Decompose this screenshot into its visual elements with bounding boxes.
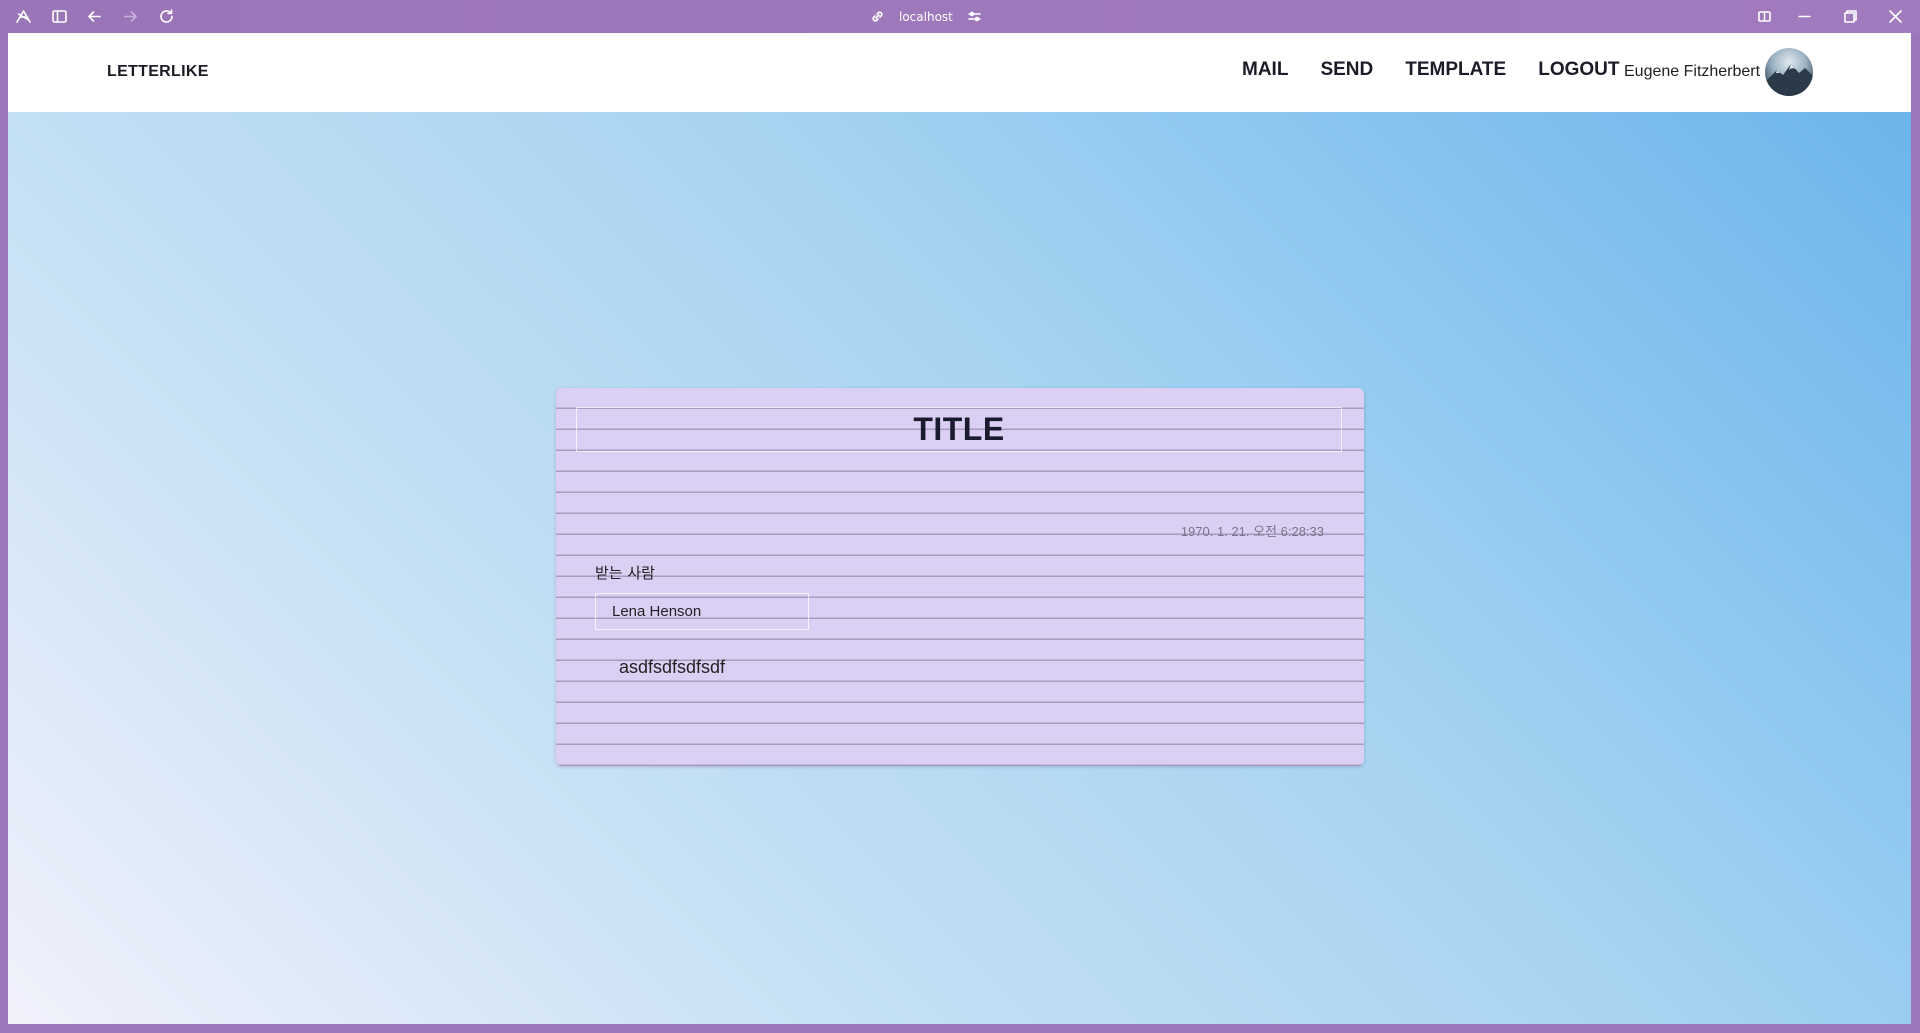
letter-body: asdfsdfsdfsdf bbox=[619, 657, 726, 677]
nav-logout[interactable]: LOGOUT bbox=[1538, 59, 1619, 81]
nav-template[interactable]: TEMPLATE bbox=[1405, 59, 1506, 81]
app-header: LETTERLIKE MAIL SEND TEMPLATE LOGOUT Eug… bbox=[8, 33, 1911, 112]
back-icon[interactable] bbox=[86, 8, 103, 25]
recipient-label: 받는 사람 bbox=[595, 564, 655, 582]
forward-icon[interactable] bbox=[122, 8, 139, 25]
window-bottom-border bbox=[0, 1024, 1920, 1033]
address-bar[interactable]: localhost bbox=[870, 0, 982, 33]
nav-send[interactable]: SEND bbox=[1320, 59, 1373, 81]
recipient-value: Lena Henson bbox=[612, 603, 702, 620]
browser-logo-icon[interactable] bbox=[15, 8, 32, 25]
link-icon bbox=[872, 11, 883, 22]
split-view-icon[interactable] bbox=[1756, 8, 1773, 25]
nav-mail[interactable]: MAIL bbox=[1242, 59, 1288, 81]
restore-icon[interactable] bbox=[1842, 8, 1859, 25]
browser-toolbar: localhost bbox=[0, 0, 1920, 33]
page-viewport: LETTERLIKE MAIL SEND TEMPLATE LOGOUT Eug… bbox=[8, 33, 1911, 1024]
avatar[interactable] bbox=[1765, 48, 1813, 96]
sidebar-toggle-icon[interactable] bbox=[51, 8, 68, 25]
close-icon[interactable] bbox=[1887, 8, 1904, 25]
brand-logo[interactable]: LETTERLIKE bbox=[107, 63, 209, 81]
mountain-avatar-icon bbox=[1765, 64, 1813, 96]
reload-icon[interactable] bbox=[158, 8, 175, 25]
recipient-field: Lena Henson bbox=[595, 593, 809, 630]
letter-date: 1970. 1. 21. 오전 6:28:33 bbox=[1180, 524, 1324, 539]
letter-title-box: TITLE bbox=[576, 407, 1342, 452]
main-nav: MAIL SEND TEMPLATE LOGOUT bbox=[1242, 59, 1620, 81]
site-settings-icon[interactable] bbox=[967, 9, 982, 24]
letter-card: TITLE 1970. 1. 21. 오전 6:28:33 받는 사람 Lena… bbox=[556, 388, 1364, 766]
address-url[interactable]: localhost bbox=[899, 10, 953, 24]
letter-title: TITLE bbox=[913, 411, 1005, 447]
user-name: Eugene Fitzherbert bbox=[1624, 63, 1761, 80]
minimize-icon[interactable] bbox=[1796, 8, 1813, 25]
